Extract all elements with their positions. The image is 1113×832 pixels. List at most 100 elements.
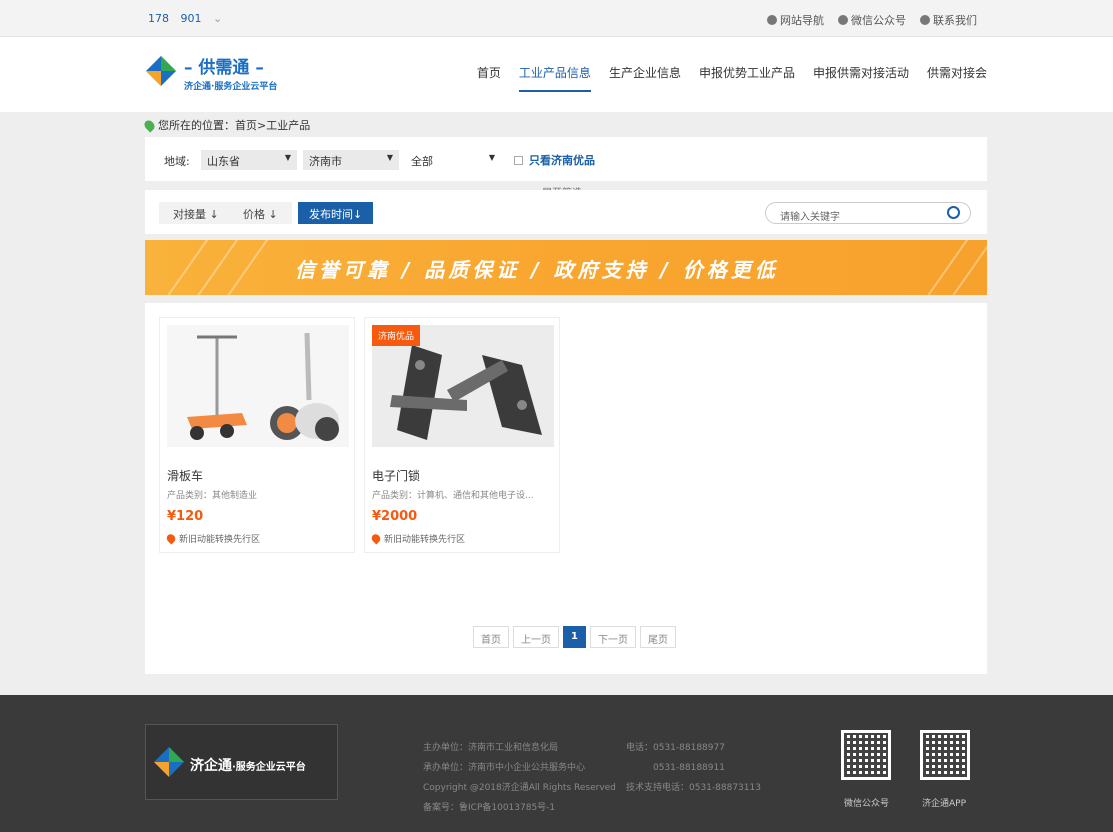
search-input[interactable]: 请输入关键字 — [780, 208, 840, 223]
header: – 供需通 – 济企通·服务企业云平台 首页 工业产品信息 生产企业信息 申报优… — [0, 37, 1113, 112]
contact-link[interactable]: 联系我们 — [920, 12, 977, 28]
product-category: 产品类别：计算机、通信和其他电子设... — [372, 491, 534, 501]
qr-pattern — [923, 733, 967, 777]
page-next[interactable]: 下一页 — [589, 626, 636, 648]
province-select[interactable]: 山东省 ▼ — [201, 150, 297, 170]
city-value: 济南市 — [309, 155, 342, 168]
page-current[interactable]: 1 — [563, 626, 586, 648]
footer-logo-main: 济企通 — [190, 758, 232, 774]
site-nav-link[interactable]: 网站导航 — [767, 12, 824, 28]
dropdown-arrow-icon: ▼ — [386, 153, 393, 162]
nav-fair[interactable]: 供需对接会 — [927, 64, 987, 92]
footer-contact: 电话：0531-88188977 0531-88188911 技术支持电话：05… — [626, 738, 761, 798]
site-logo[interactable]: – 供需通 – 济企通·服务企业云平台 — [146, 53, 306, 97]
user-info[interactable]: 178 901 ⌄ — [148, 12, 230, 25]
product-card[interactable]: 济南优品 电子门锁 产品类别：计算机、通信和其他电子设... ¥2000 新旧动… — [364, 317, 560, 553]
footer-info: 主办单位：济南市工业和信息化局 承办单位：济南市中小企业公共服务中心 Copyr… — [423, 738, 616, 818]
banner-slogan: 信誉可靠 / 品质保证 / 政府支持 / 价格更低 — [295, 258, 779, 282]
product-price: ¥2000 — [372, 509, 418, 524]
breadcrumb: 您所在的位置：首页>工业产品 — [142, 117, 310, 133]
region-label: 地域: — [164, 155, 190, 168]
product-card[interactable]: 滑板车 产品类别：其他制造业 ¥120 新旧动能转换先行区 — [159, 317, 355, 553]
footer-organizer: 承办单位：济南市中小企业公共服务中心 — [423, 763, 586, 773]
sort-by-deals[interactable]: 对接量 ↓ — [159, 202, 233, 224]
district-select[interactable]: 全部 ▼ — [405, 150, 501, 170]
site-nav-label: 网站导航 — [780, 14, 824, 27]
footer-support: 技术支持电话：0531-88873113 — [626, 783, 761, 793]
banner-stripe — [922, 240, 970, 295]
user-name-b: 901 — [180, 12, 202, 25]
product-name[interactable]: 滑板车 — [167, 467, 203, 484]
province-value: 山东省 — [207, 155, 240, 168]
page-prev[interactable]: 上一页 — [513, 626, 559, 648]
top-bar: 178 901 ⌄ 网站导航 微信公众号 联系我们 — [0, 0, 1113, 37]
contact-icon — [920, 15, 930, 25]
page-first[interactable]: 首页 — [473, 626, 509, 648]
wechat-link[interactable]: 微信公众号 — [838, 12, 906, 28]
nav-apply-activities[interactable]: 申报供需对接活动 — [813, 64, 909, 92]
footer-icp[interactable]: 备案号：鲁ICP备10013785号-1 — [423, 798, 616, 818]
only-jinan-checkbox[interactable]: 只看济南优品 — [514, 152, 595, 168]
product-location: 新旧动能转换先行区 — [369, 532, 466, 545]
breadcrumb-text[interactable]: 您所在的位置：首页>工业产品 — [158, 117, 310, 133]
footer-host: 主办单位：济南市工业和信息化局 — [423, 743, 559, 753]
product-list: 滑板车 产品类别：其他制造业 ¥120 新旧动能转换先行区 济南优品 电子门锁 … — [145, 303, 987, 674]
user-name-a: 178 — [148, 12, 169, 25]
district-value: 全部 — [411, 155, 433, 168]
logo-title: – 供需通 – — [184, 58, 264, 78]
location-pin-icon — [164, 532, 178, 545]
dropdown-arrow-icon: ▼ — [284, 153, 291, 162]
nav-apply-products[interactable]: 申报优势工业产品 — [699, 64, 795, 92]
contact-label: 联系我们 — [933, 14, 977, 27]
checkbox-box[interactable] — [514, 155, 523, 165]
product-image[interactable] — [167, 325, 349, 447]
sort-by-time[interactable]: 发布时间↓ — [298, 202, 374, 224]
product-category: 产品类别：其他制造业 — [167, 491, 258, 501]
nav-industrial-products[interactable]: 工业产品信息 — [518, 64, 591, 92]
page-last[interactable]: 尾页 — [639, 626, 676, 648]
scooter-image — [167, 325, 349, 447]
footer-copyright: Copyright @2018济企通All Rights Reserved — [423, 783, 616, 793]
pagination: 首页 上一页 1 下一页 尾页 — [473, 626, 676, 648]
product-location-text: 新旧动能转换先行区 — [384, 535, 466, 545]
nav-home[interactable]: 首页 — [477, 64, 501, 92]
sort-by-price[interactable]: 价格 ↓ — [229, 202, 292, 224]
footer-logo-text: 济企通·服务企业云平台 — [190, 755, 306, 775]
wechat-label: 微信公众号 — [851, 14, 906, 27]
footer: 济企通·服务企业云平台 主办单位：济南市工业和信息化局 承办单位：济南市中小企业… — [0, 695, 1113, 832]
product-location-text: 新旧动能转换先行区 — [179, 535, 261, 545]
product-badge: 济南优品 — [372, 325, 421, 346]
logo-icon — [154, 747, 184, 777]
wechat-qr-label: 微信公众号 — [844, 799, 890, 809]
logo-icon — [146, 56, 176, 86]
search-box[interactable]: 请输入关键字 — [765, 202, 971, 224]
banner-stripe — [947, 240, 987, 295]
sort-bar: 对接量 ↓ 价格 ↓ 发布时间↓ 请输入关键字 — [145, 190, 987, 234]
product-location: 新旧动能转换先行区 — [164, 532, 261, 545]
filter-panel: 地域: 山东省 ▼ 济南市 ▼ 全部 ▼ 只看济南优品 — [145, 137, 987, 181]
main-nav: 首页 工业产品信息 生产企业信息 申报优势工业产品 申报供需对接活动 供需对接会 — [477, 64, 987, 92]
product-name[interactable]: 电子门锁 — [372, 467, 420, 484]
promo-banner: 信誉可靠 / 品质保证 / 政府支持 / 价格更低 — [145, 240, 987, 295]
only-jinan-label: 只看济南优品 — [529, 154, 595, 167]
location-pin-icon — [369, 532, 383, 545]
app-qr-label: 济企通APP — [922, 799, 967, 809]
footer-phone2: 0531-88188911 — [653, 763, 725, 773]
city-select[interactable]: 济南市 ▼ — [303, 150, 399, 170]
wechat-icon — [838, 15, 848, 25]
nav-enterprises[interactable]: 生产企业信息 — [609, 64, 681, 92]
logo-subtitle: 济企通·服务企业云平台 — [184, 82, 278, 92]
app-qr-code — [920, 730, 970, 780]
location-pin-icon — [142, 117, 157, 133]
footer-logo-sub: ·服务企业云平台 — [232, 762, 306, 773]
wechat-qr-code — [841, 730, 891, 780]
footer-logo: 济企通·服务企业云平台 — [145, 724, 338, 800]
product-price: ¥120 — [167, 509, 204, 524]
dropdown-arrow-icon: ▼ — [488, 153, 495, 162]
compass-icon — [767, 15, 777, 25]
chevron-down-icon[interactable]: ⌄ — [213, 12, 222, 25]
qr-pattern — [844, 733, 888, 777]
top-links: 网站导航 微信公众号 联系我们 — [767, 12, 977, 28]
product-image[interactable]: 济南优品 — [372, 325, 554, 447]
search-icon[interactable] — [947, 206, 960, 219]
